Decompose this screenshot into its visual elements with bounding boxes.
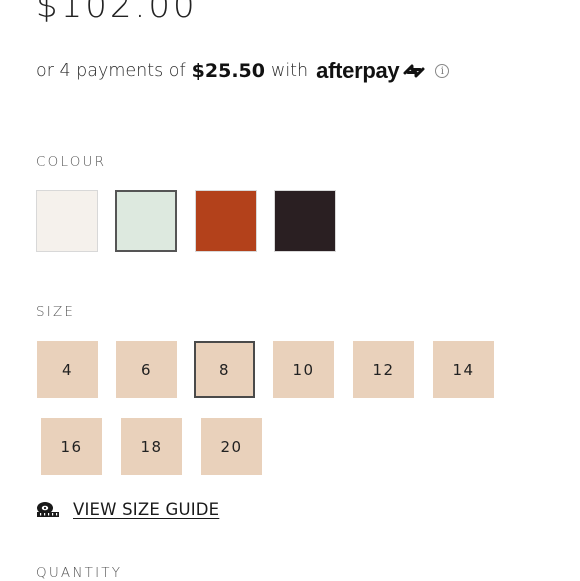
afterpay-arrows-icon xyxy=(403,64,425,78)
size-label: SIZE xyxy=(36,304,76,320)
quantity-label: QUANTITY xyxy=(36,565,123,581)
size-option-14[interactable]: 14 xyxy=(433,341,494,398)
colour-label: COLOUR xyxy=(36,154,107,170)
afterpay-with: with xyxy=(271,61,309,81)
measuring-tape-icon xyxy=(37,501,59,517)
colour-swatch-black[interactable] xyxy=(274,190,336,252)
size-option-4[interactable]: 4 xyxy=(37,341,98,398)
info-icon[interactable]: i xyxy=(435,64,450,78)
size-option-10[interactable]: 10 xyxy=(273,341,334,398)
afterpay-installments: or 4 payments of $25.50 with afterpay i xyxy=(36,57,450,85)
size-option-16[interactable]: 16 xyxy=(41,418,102,475)
size-guide-link[interactable]: VIEW SIZE GUIDE xyxy=(36,500,219,519)
afterpay-prefix: or 4 payments of xyxy=(36,61,186,81)
size-option-8[interactable]: 8 xyxy=(194,341,255,398)
size-guide-label[interactable]: VIEW SIZE GUIDE xyxy=(73,500,219,519)
afterpay-brand: afterpay xyxy=(316,58,400,83)
size-option-6[interactable]: 6 xyxy=(116,341,177,398)
afterpay-logo: afterpay xyxy=(316,58,428,84)
colour-swatch-mint[interactable] xyxy=(115,190,177,252)
afterpay-amount: $25.50 xyxy=(191,60,265,82)
colour-swatch-rust[interactable] xyxy=(195,190,257,252)
size-option-20[interactable]: 20 xyxy=(201,418,262,475)
product-price: $102.00 xyxy=(36,0,198,26)
colour-swatch-cream[interactable] xyxy=(36,190,98,252)
size-option-12[interactable]: 12 xyxy=(353,341,414,398)
size-option-18[interactable]: 18 xyxy=(121,418,182,475)
